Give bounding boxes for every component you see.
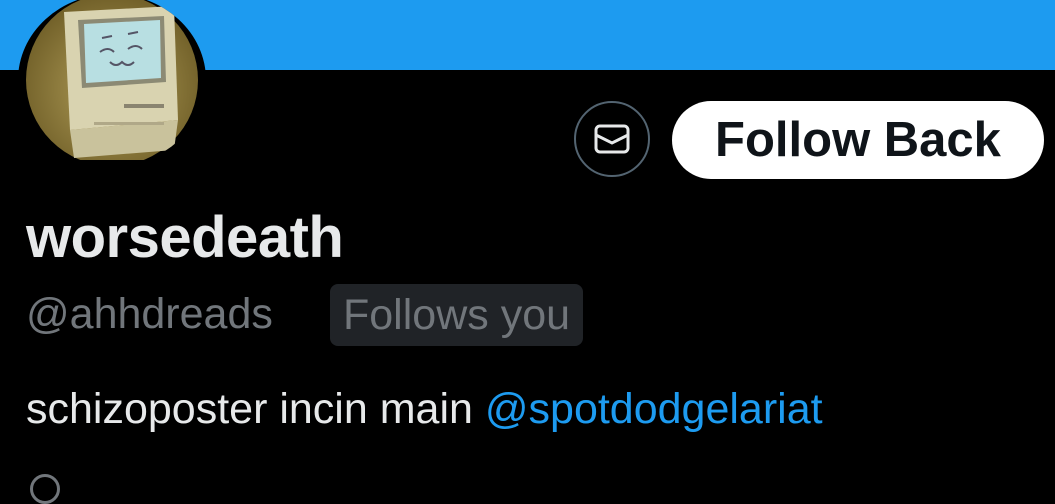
avatar[interactable]: [18, 0, 206, 166]
display-name: worsedeath: [26, 205, 344, 270]
message-button[interactable]: [574, 101, 650, 177]
follow-back-button[interactable]: Follow Back: [672, 101, 1044, 179]
location-icon: [30, 474, 60, 504]
bio: schizoposter incin main @spotdodgelariat: [26, 385, 823, 434]
user-handle: @ahhdreads: [26, 290, 273, 338]
envelope-icon: [594, 124, 630, 154]
avatar-image: [26, 0, 198, 160]
bio-text: schizoposter incin main: [26, 385, 485, 433]
bio-mention-link[interactable]: @spotdodgelariat: [485, 385, 823, 433]
follows-you-badge: Follows you: [330, 284, 584, 346]
